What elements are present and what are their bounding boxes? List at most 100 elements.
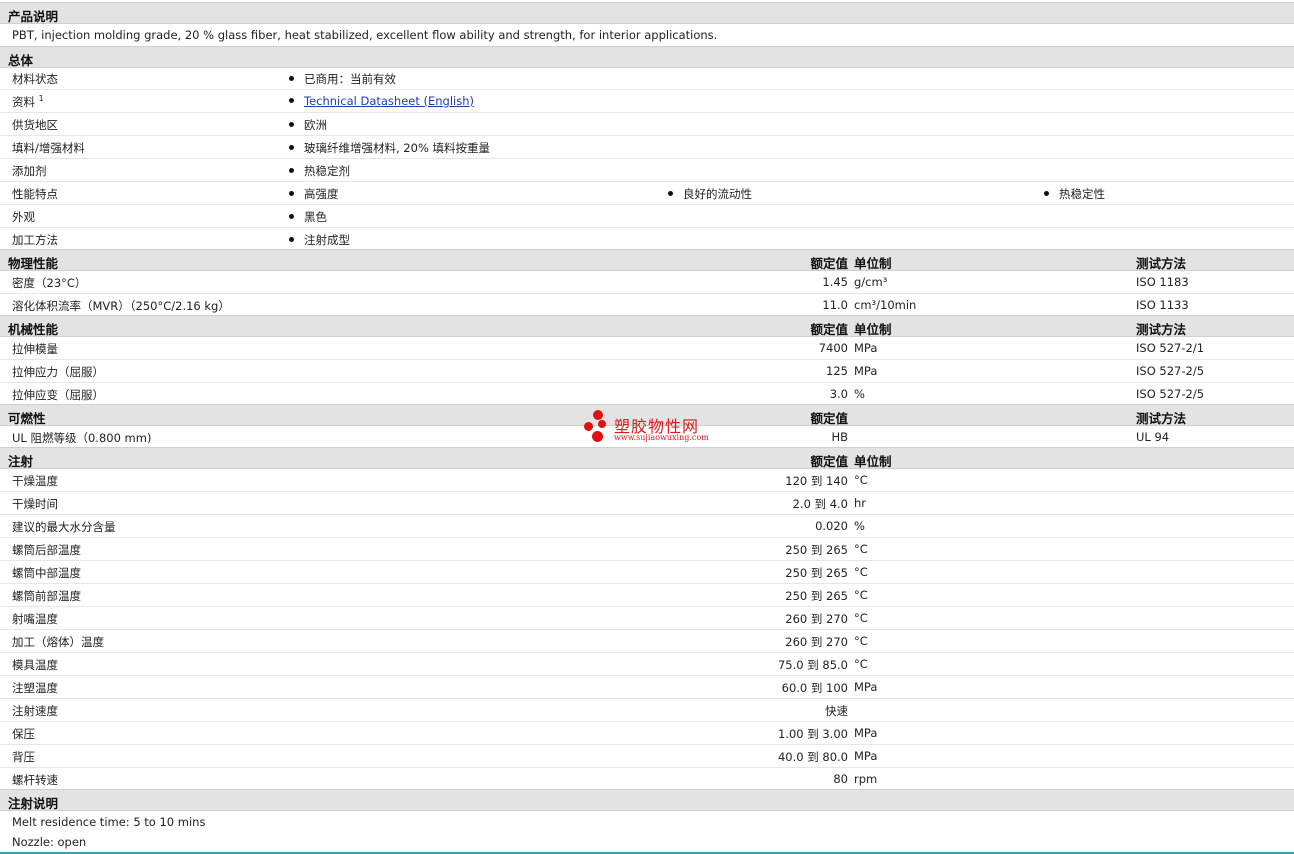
column-header-test: 测试方法 [1136,256,1187,271]
property-value: 快速 [825,704,848,718]
property-test: ISO 527-2/5 [1136,364,1205,378]
general-row-appearance: 外观 黑色 [0,205,1294,228]
row-value: 欧洲 [289,117,327,133]
general-row-process: 加工方法 注射成型 [0,228,1294,251]
property-unit: °C [854,634,868,648]
section-header-mechanical: 机械性能 额定值 单位制 测试方法 [0,315,1294,337]
property-unit: MPa [854,749,878,763]
property-value: 250 到 265 [785,566,848,580]
section-header-product-desc: 产品说明 [0,2,1294,24]
section-title: 产品说明 [8,9,59,24]
bullet-icon [289,237,294,242]
row-label: 供货地区 [12,118,58,132]
property-row: 背压 40.0 到 80.0 MPa [0,745,1294,768]
property-value: 260 到 270 [785,612,848,626]
property-row: 射嘴温度 260 到 270 °C [0,607,1294,630]
logo-dot [598,420,606,428]
property-unit: % [854,519,865,533]
property-value: 260 到 270 [785,635,848,649]
row-label: 添加剂 [12,164,47,178]
property-row: 溶化体积流率（MVR）（250°C/2.16 kg） 11.0 cm³/10mi… [0,294,1294,317]
property-unit: MPa [854,680,878,694]
logo-dot [584,422,593,431]
row-value: 已商用：当前有效 [289,71,396,87]
section-title: 物理性能 [8,256,59,271]
property-value: 1.45 [822,275,848,289]
property-test: UL 94 [1136,430,1170,444]
property-unit: °C [854,473,868,487]
general-row-region: 供货地区 欧洲 [0,113,1294,136]
bullet-icon [1044,191,1049,196]
row-value: 良好的流动性 [668,186,752,202]
property-value: 0.020 [815,519,848,533]
property-value: 125 [826,364,848,378]
property-unit: °C [854,565,868,579]
property-test: ISO 1183 [1136,275,1189,289]
watermark-logo: 塑胶物性网 www.sujiaowuxing.com [584,410,724,444]
property-value: 11.0 [822,298,848,312]
row-label: 外观 [12,210,35,224]
property-label: 溶化体积流率（MVR）（250°C/2.16 kg） [12,299,230,313]
section-title: 注射说明 [8,796,59,811]
property-value: HB [831,430,848,444]
property-label: 干燥时间 [12,497,58,511]
property-label: 保压 [12,727,35,741]
general-row-status: 材料状态 已商用：当前有效 [0,67,1294,90]
row-label: 加工方法 [12,233,58,247]
property-row: 拉伸应力（屈服） 125 MPa ISO 527-2/5 [0,360,1294,383]
section-header-general: 总体 [0,46,1294,68]
note-line: Melt residence time: 5 to 10 mins [12,815,206,829]
property-label: 密度（23°C） [12,276,87,290]
row-value: 玻璃纤维增强材料, 20% 填料按重量 [289,140,490,156]
property-value: 75.0 到 85.0 [777,658,848,672]
property-row: 拉伸模量 7400 MPa ISO 527-2/1 [0,337,1294,360]
row-label: 填料/增强材料 [12,141,85,155]
property-value: 3.0 [829,387,848,401]
bullet-icon [289,168,294,173]
row-value: Technical Datasheet (English) [289,94,474,108]
property-label: 螺杆转速 [12,773,58,787]
property-unit: % [854,387,865,401]
row-label: 材料状态 [12,72,58,86]
product-description-row: PBT, injection molding grade, 20 % glass… [0,24,1294,46]
property-label: 射嘴温度 [12,612,58,626]
property-label: 背压 [12,750,35,764]
property-label: 干燥温度 [12,474,58,488]
general-row-additive: 添加剂 热稳定剂 [0,159,1294,182]
bullet-icon [289,76,294,81]
row-value: 热稳定剂 [289,163,350,179]
section-header-injection: 注射 额定值 单位制 [0,447,1294,469]
datasheet-link[interactable]: Technical Datasheet (English) [304,94,474,108]
column-header-value: 额定值 [810,256,848,271]
property-value: 1.00 到 3.00 [777,727,848,741]
property-label: 加工（熔体）温度 [12,635,104,649]
section-title: 机械性能 [8,322,59,337]
property-unit: MPa [854,341,878,355]
bullet-icon [289,122,294,127]
column-header-value: 额定值 [810,454,848,469]
column-header-unit: 单位制 [854,256,892,271]
property-unit: rpm [854,772,878,786]
property-unit: °C [854,588,868,602]
property-row: 螺筒后部温度 250 到 265 °C [0,538,1294,561]
property-label: 拉伸应变（屈服） [12,388,104,402]
logo-dot [592,431,603,442]
row-label: 性能特点 [12,187,58,201]
property-unit: hr [854,496,867,510]
bullet-icon [289,191,294,196]
general-row-features: 性能特点 高强度 良好的流动性 热稳定性 [0,182,1294,205]
row-value: 黑色 [289,209,327,225]
property-row: 保压 1.00 到 3.00 MPa [0,722,1294,745]
property-row: 干燥温度 120 到 140 °C [0,469,1294,492]
property-label: 建议的最大水分含量 [12,520,116,534]
column-header-test: 测试方法 [1136,411,1187,426]
bullet-icon [289,145,294,150]
property-label: 螺筒后部温度 [12,543,81,557]
property-test: ISO 1133 [1136,298,1189,312]
property-value: 40.0 到 80.0 [777,750,848,764]
property-value: 250 到 265 [785,543,848,557]
column-header-value: 额定值 [810,322,848,337]
column-header-unit: 单位制 [854,454,892,469]
property-test: ISO 527-2/1 [1136,341,1205,355]
property-unit: °C [854,542,868,556]
